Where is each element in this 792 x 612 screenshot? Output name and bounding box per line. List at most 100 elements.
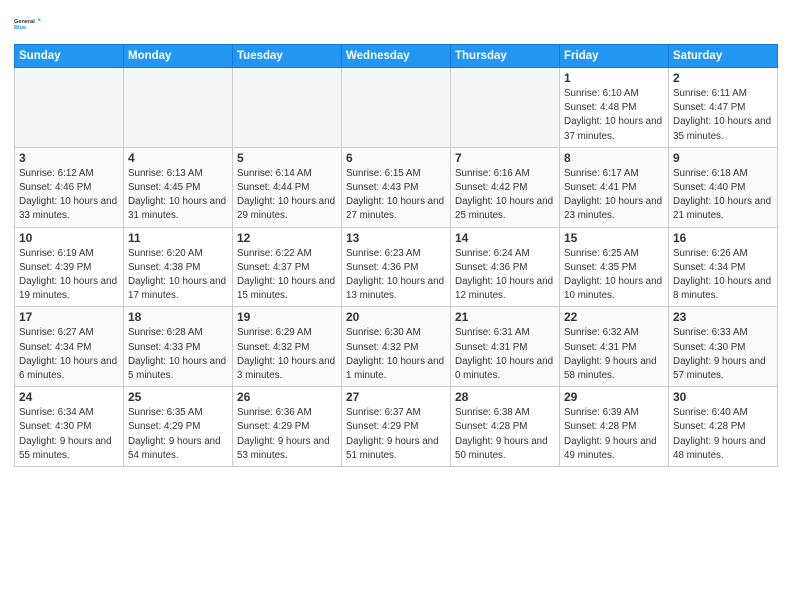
day-number: 9	[673, 151, 773, 165]
day-info: Sunrise: 6:22 AM Sunset: 4:37 PM Dayligh…	[237, 247, 337, 304]
calendar-cell	[15, 68, 124, 148]
day-info: Sunrise: 6:34 AM Sunset: 4:30 PM Dayligh…	[19, 406, 119, 463]
day-info: Sunrise: 6:29 AM Sunset: 4:32 PM Dayligh…	[237, 326, 337, 383]
calendar-cell: 25 Sunrise: 6:35 AM Sunset: 4:29 PM Dayli…	[124, 387, 233, 467]
calendar-week-3: 10Sunrise: 6:19 AM Sunset: 4:39 PM Dayli…	[15, 227, 778, 307]
calendar-cell: 12 Sunrise: 6:22 AM Sunset: 4:37 PM Dayli…	[233, 227, 342, 307]
day-number: 24	[19, 390, 119, 404]
day-info: Sunrise: 6:40 AM Sunset: 4:28 PM Dayligh…	[673, 406, 773, 463]
calendar-cell: 30 Sunrise: 6:40 AM Sunset: 4:28 PM Dayli…	[669, 387, 778, 467]
day-number: 3	[19, 151, 119, 165]
calendar-cell: 26Sunrise: 6:36 AM Sunset: 4:29 PM Dayli…	[233, 387, 342, 467]
day-number: 14	[455, 231, 555, 245]
calendar-week-5: 24 Sunrise: 6:34 AM Sunset: 4:30 PM Dayli…	[15, 387, 778, 467]
day-info: Sunrise: 6:15 AM Sunset: 4:43 PM Dayligh…	[346, 167, 446, 224]
weekday-header-friday: Friday	[560, 45, 669, 68]
day-number: 6	[346, 151, 446, 165]
calendar-cell: 28 Sunrise: 6:38 AM Sunset: 4:28 PM Dayli…	[451, 387, 560, 467]
day-number: 16	[673, 231, 773, 245]
day-number: 19	[237, 310, 337, 324]
calendar-cell: 21 Sunrise: 6:31 AM Sunset: 4:31 PM Dayli…	[451, 307, 560, 387]
calendar-cell: 15Sunrise: 6:25 AM Sunset: 4:35 PM Dayli…	[560, 227, 669, 307]
day-number: 7	[455, 151, 555, 165]
calendar-week-4: 17 Sunrise: 6:27 AM Sunset: 4:34 PM Dayli…	[15, 307, 778, 387]
calendar-cell: 14 Sunrise: 6:24 AM Sunset: 4:36 PM Dayli…	[451, 227, 560, 307]
calendar-cell: 9Sunrise: 6:18 AM Sunset: 4:40 PM Daylig…	[669, 147, 778, 227]
calendar-cell	[451, 68, 560, 148]
day-number: 2	[673, 71, 773, 85]
calendar-cell: 29 Sunrise: 6:39 AM Sunset: 4:28 PM Dayli…	[560, 387, 669, 467]
day-number: 4	[128, 151, 228, 165]
day-info: Sunrise: 6:30 AM Sunset: 4:32 PM Dayligh…	[346, 326, 446, 383]
logo-icon: General Blue	[14, 10, 42, 38]
day-info: Sunrise: 6:11 AM Sunset: 4:47 PM Dayligh…	[673, 87, 773, 144]
page-container: General Blue SundayMondayTuesdayWednesda…	[0, 0, 792, 473]
calendar-cell: 13 Sunrise: 6:23 AM Sunset: 4:36 PM Dayli…	[342, 227, 451, 307]
day-number: 20	[346, 310, 446, 324]
calendar-cell: 18Sunrise: 6:28 AM Sunset: 4:33 PM Dayli…	[124, 307, 233, 387]
day-number: 21	[455, 310, 555, 324]
calendar-cell	[342, 68, 451, 148]
weekday-header-row: SundayMondayTuesdayWednesdayThursdayFrid…	[15, 45, 778, 68]
calendar-cell: 8Sunrise: 6:17 AM Sunset: 4:41 PM Daylig…	[560, 147, 669, 227]
calendar-cell: 24 Sunrise: 6:34 AM Sunset: 4:30 PM Dayli…	[15, 387, 124, 467]
calendar-cell: 11 Sunrise: 6:20 AM Sunset: 4:38 PM Dayli…	[124, 227, 233, 307]
day-info: Sunrise: 6:39 AM Sunset: 4:28 PM Dayligh…	[564, 406, 664, 463]
calendar-cell: 3Sunrise: 6:12 AM Sunset: 4:46 PM Daylig…	[15, 147, 124, 227]
calendar-cell: 1 Sunrise: 6:10 AM Sunset: 4:48 PM Daylig…	[560, 68, 669, 148]
day-number: 28	[455, 390, 555, 404]
day-info: Sunrise: 6:16 AM Sunset: 4:42 PM Dayligh…	[455, 167, 555, 224]
day-number: 22	[564, 310, 664, 324]
calendar-cell	[233, 68, 342, 148]
calendar-cell: 5Sunrise: 6:14 AM Sunset: 4:44 PM Daylig…	[233, 147, 342, 227]
svg-text:General: General	[14, 19, 35, 25]
day-info: Sunrise: 6:37 AM Sunset: 4:29 PM Dayligh…	[346, 406, 446, 463]
calendar-cell	[124, 68, 233, 148]
calendar-table: SundayMondayTuesdayWednesdayThursdayFrid…	[14, 44, 778, 467]
day-info: Sunrise: 6:26 AM Sunset: 4:34 PM Dayligh…	[673, 247, 773, 304]
weekday-header-monday: Monday	[124, 45, 233, 68]
day-number: 1	[564, 71, 664, 85]
calendar-cell: 16 Sunrise: 6:26 AM Sunset: 4:34 PM Dayli…	[669, 227, 778, 307]
day-number: 17	[19, 310, 119, 324]
calendar-cell: 22Sunrise: 6:32 AM Sunset: 4:31 PM Dayli…	[560, 307, 669, 387]
day-info: Sunrise: 6:28 AM Sunset: 4:33 PM Dayligh…	[128, 326, 228, 383]
day-number: 30	[673, 390, 773, 404]
header: General Blue	[14, 10, 778, 38]
calendar-week-2: 3Sunrise: 6:12 AM Sunset: 4:46 PM Daylig…	[15, 147, 778, 227]
day-number: 23	[673, 310, 773, 324]
calendar-cell: 7 Sunrise: 6:16 AM Sunset: 4:42 PM Daylig…	[451, 147, 560, 227]
day-info: Sunrise: 6:27 AM Sunset: 4:34 PM Dayligh…	[19, 326, 119, 383]
calendar-cell: 27 Sunrise: 6:37 AM Sunset: 4:29 PM Dayli…	[342, 387, 451, 467]
day-number: 27	[346, 390, 446, 404]
calendar-cell: 2 Sunrise: 6:11 AM Sunset: 4:47 PM Daylig…	[669, 68, 778, 148]
day-info: Sunrise: 6:31 AM Sunset: 4:31 PM Dayligh…	[455, 326, 555, 383]
day-info: Sunrise: 6:24 AM Sunset: 4:36 PM Dayligh…	[455, 247, 555, 304]
weekday-header-saturday: Saturday	[669, 45, 778, 68]
calendar-cell: 19 Sunrise: 6:29 AM Sunset: 4:32 PM Dayli…	[233, 307, 342, 387]
weekday-header-tuesday: Tuesday	[233, 45, 342, 68]
weekday-header-thursday: Thursday	[451, 45, 560, 68]
day-info: Sunrise: 6:10 AM Sunset: 4:48 PM Dayligh…	[564, 87, 664, 144]
day-info: Sunrise: 6:19 AM Sunset: 4:39 PM Dayligh…	[19, 247, 119, 304]
calendar-cell: 23Sunrise: 6:33 AM Sunset: 4:30 PM Dayli…	[669, 307, 778, 387]
day-number: 11	[128, 231, 228, 245]
day-info: Sunrise: 6:38 AM Sunset: 4:28 PM Dayligh…	[455, 406, 555, 463]
day-number: 29	[564, 390, 664, 404]
day-info: Sunrise: 6:20 AM Sunset: 4:38 PM Dayligh…	[128, 247, 228, 304]
calendar-cell: 20 Sunrise: 6:30 AM Sunset: 4:32 PM Dayli…	[342, 307, 451, 387]
day-number: 15	[564, 231, 664, 245]
day-number: 5	[237, 151, 337, 165]
weekday-header-wednesday: Wednesday	[342, 45, 451, 68]
day-number: 13	[346, 231, 446, 245]
day-info: Sunrise: 6:17 AM Sunset: 4:41 PM Dayligh…	[564, 167, 664, 224]
day-info: Sunrise: 6:35 AM Sunset: 4:29 PM Dayligh…	[128, 406, 228, 463]
day-info: Sunrise: 6:13 AM Sunset: 4:45 PM Dayligh…	[128, 167, 228, 224]
day-number: 12	[237, 231, 337, 245]
day-info: Sunrise: 6:23 AM Sunset: 4:36 PM Dayligh…	[346, 247, 446, 304]
day-number: 26	[237, 390, 337, 404]
calendar-week-1: 1 Sunrise: 6:10 AM Sunset: 4:48 PM Daylig…	[15, 68, 778, 148]
calendar-cell: 6 Sunrise: 6:15 AM Sunset: 4:43 PM Daylig…	[342, 147, 451, 227]
calendar-cell: 17 Sunrise: 6:27 AM Sunset: 4:34 PM Dayli…	[15, 307, 124, 387]
day-number: 25	[128, 390, 228, 404]
